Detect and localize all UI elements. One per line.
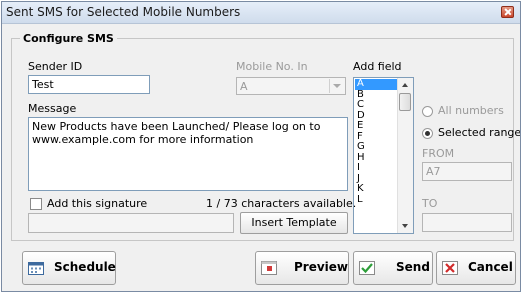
mobile-no-label: Mobile No. In (236, 60, 308, 73)
vertical-scrollbar[interactable] (397, 78, 413, 233)
schedule-label: Schedule (54, 260, 116, 274)
scroll-thumb[interactable] (399, 93, 411, 111)
message-label: Message (28, 102, 77, 115)
to-input[interactable] (422, 213, 512, 232)
title-bar: Sent SMS for Selected Mobile Numbers (2, 2, 520, 24)
field-item[interactable]: H (355, 152, 397, 164)
to-label: TO (422, 197, 438, 210)
selected-range-label: Selected range (438, 126, 521, 139)
field-item[interactable]: E (355, 120, 397, 132)
signature-checkbox[interactable] (30, 198, 42, 210)
sender-id-label: Sender ID (28, 60, 83, 73)
selected-range-radio[interactable] (422, 128, 433, 139)
add-field-list[interactable]: ABCDEFGHIJKL (353, 77, 414, 234)
send-button[interactable]: Send (353, 251, 433, 285)
window-title: Sent SMS for Selected Mobile Numbers (6, 5, 241, 19)
mobile-no-value: A (240, 80, 248, 93)
preview-label: Preview (294, 260, 349, 274)
from-label: FROM (422, 147, 455, 160)
preview-button[interactable]: Preview (255, 251, 349, 285)
sender-id-input[interactable]: Test (28, 75, 150, 94)
message-textarea[interactable]: New Products have been Launched/ Please … (28, 117, 348, 191)
add-field-label: Add field (353, 60, 402, 73)
close-icon[interactable] (501, 6, 514, 18)
mobile-no-select[interactable]: A (236, 77, 346, 95)
all-numbers-label: All numbers (438, 104, 504, 117)
cancel-button[interactable]: Cancel (436, 251, 516, 285)
field-items: ABCDEFGHIJKL (355, 78, 397, 206)
preview-icon (261, 261, 277, 275)
send-label: Send (396, 260, 430, 274)
configure-sms-legend: Configure SMS (23, 32, 114, 45)
character-count: 1 / 73 characters available. (206, 197, 357, 210)
scroll-down-icon[interactable] (398, 219, 413, 233)
schedule-button[interactable]: Schedule (22, 251, 116, 285)
checkmark-icon (359, 261, 375, 275)
insert-template-button[interactable]: Insert Template (240, 212, 348, 234)
signature-label: Add this signature (47, 197, 148, 210)
scroll-up-icon[interactable] (398, 78, 413, 92)
field-item[interactable]: I (355, 162, 397, 174)
field-item[interactable]: C (355, 99, 397, 111)
all-numbers-radio[interactable] (422, 106, 433, 117)
field-item[interactable]: K (355, 183, 397, 195)
field-item[interactable]: L (355, 194, 397, 206)
calendar-icon (28, 262, 44, 275)
field-item[interactable]: A (355, 78, 397, 90)
field-item[interactable]: G (355, 141, 397, 153)
cancel-label: Cancel (468, 260, 513, 274)
from-input[interactable]: A7 (422, 162, 512, 181)
sms-dialog: Sent SMS for Selected Mobile Numbers Con… (1, 1, 521, 292)
chevron-down-icon[interactable] (329, 79, 344, 93)
x-mark-icon (442, 261, 458, 275)
signature-input[interactable] (28, 213, 234, 233)
